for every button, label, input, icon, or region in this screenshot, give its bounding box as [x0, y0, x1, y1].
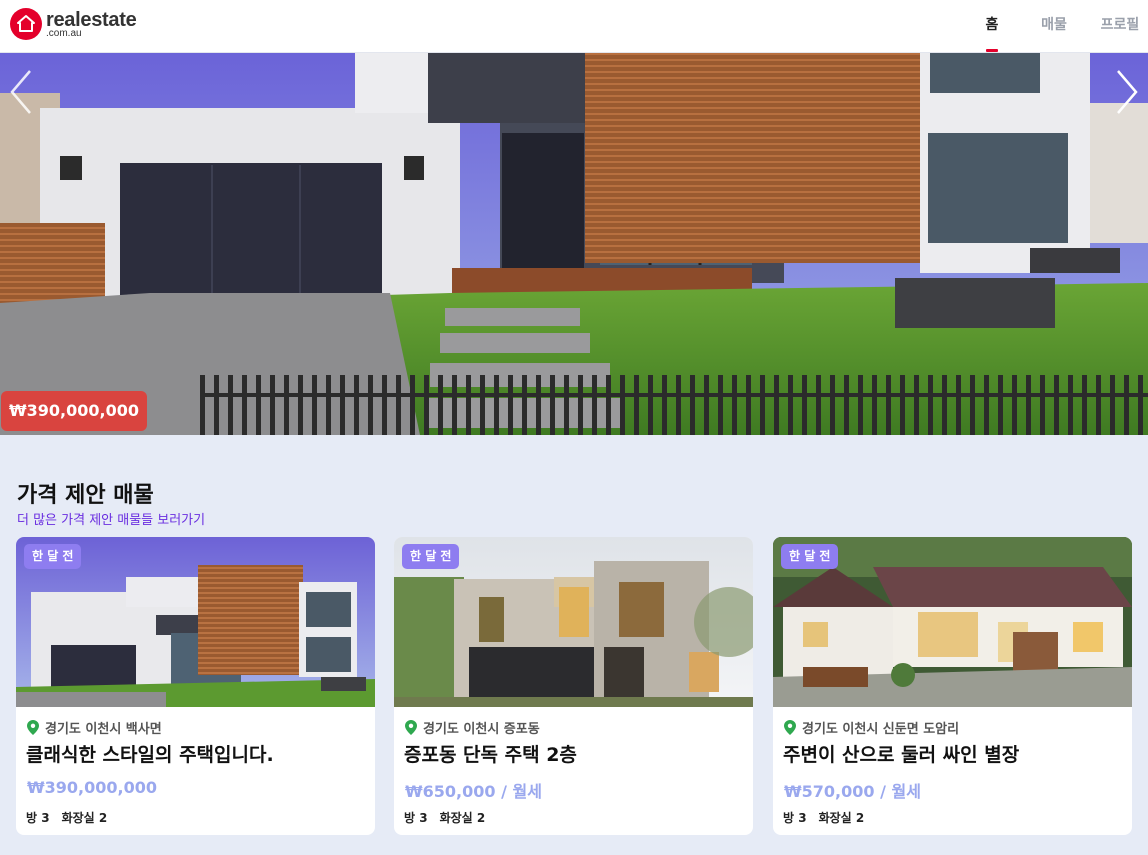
card-title: 증포동 단독 주택 2층	[404, 744, 577, 766]
more-listings-link[interactable]: 더 많은 가격 제안 매물들 보러가기	[17, 509, 205, 528]
card-age-badge: 한 달 전	[402, 544, 460, 569]
site-logo[interactable]: realestate .com.au	[10, 8, 137, 40]
listing-photo: 한 달 전	[773, 537, 1132, 707]
card-specs: 방 3 화장실 2	[783, 809, 876, 826]
listing-card[interactable]: 한 달 전 경기도 이천시 증포동 증포동 단독 주택 2층 ₩650,000 …	[394, 537, 753, 835]
listing-card[interactable]: 한 달 전 경기도 이천시 백사면 클래식한 스타일의 주택입니다. ₩390,…	[16, 537, 375, 835]
card-rooms: 방 3	[783, 811, 807, 825]
card-price: ₩390,000,000	[27, 778, 157, 797]
card-location-text: 경기도 이천시 신둔면 도암리	[802, 722, 960, 737]
home-logo-icon	[10, 8, 42, 40]
card-baths: 화장실 2	[439, 811, 486, 825]
card-age-badge: 한 달 전	[781, 544, 839, 569]
card-price: ₩570,000 / 월세	[784, 782, 921, 801]
carousel-prev-button[interactable]	[2, 61, 42, 121]
card-price: ₩650,000 / 월세	[405, 782, 542, 801]
card-rooms: 방 3	[26, 811, 50, 825]
location-pin-icon	[27, 720, 39, 735]
card-title: 클래식한 스타일의 주택입니다.	[26, 744, 274, 766]
card-title: 주변이 산으로 둘러 싸인 별장	[783, 744, 1020, 766]
hero-price-badge: ₩390,000,000	[1, 391, 147, 431]
chevron-left-icon	[10, 70, 31, 114]
main-nav: 홈 매물 프로필	[970, 0, 1148, 53]
card-location-text: 경기도 이천시 증포동	[423, 722, 540, 737]
logo-wordmark: realestate	[46, 8, 137, 31]
card-baths: 화장실 2	[61, 811, 108, 825]
card-location: 경기도 이천시 신둔면 도암리	[784, 718, 959, 737]
card-location-text: 경기도 이천시 백사면	[45, 722, 162, 737]
carousel-next-button[interactable]	[1106, 61, 1146, 121]
location-pin-icon	[405, 720, 417, 735]
card-location: 경기도 이천시 백사면	[27, 718, 162, 737]
listing-card[interactable]: 한 달 전 경기도 이천시 신둔면 도암리 주변이 산으로 둘러 싸인 별장 ₩…	[773, 537, 1132, 835]
card-age-badge: 한 달 전	[24, 544, 82, 569]
hero-house-image	[0, 53, 1148, 435]
top-navbar: realestate .com.au 홈 매물 프로필	[0, 0, 1148, 53]
listing-photo: 한 달 전	[16, 537, 375, 707]
card-specs: 방 3 화장실 2	[26, 809, 119, 826]
listing-photo: 한 달 전	[394, 537, 753, 707]
nav-profile[interactable]: 프로필	[1092, 0, 1148, 53]
section-title: 가격 제안 매물	[17, 483, 154, 508]
card-specs: 방 3 화장실 2	[404, 809, 497, 826]
location-pin-icon	[784, 720, 796, 735]
nav-listings[interactable]: 매물	[1028, 0, 1080, 53]
card-rooms: 방 3	[404, 811, 428, 825]
card-baths: 화장실 2	[818, 811, 865, 825]
hero-carousel: ₩390,000,000	[0, 53, 1148, 435]
nav-home[interactable]: 홈	[970, 0, 1014, 53]
card-location: 경기도 이천시 증포동	[405, 718, 540, 737]
chevron-right-icon	[1117, 70, 1138, 114]
